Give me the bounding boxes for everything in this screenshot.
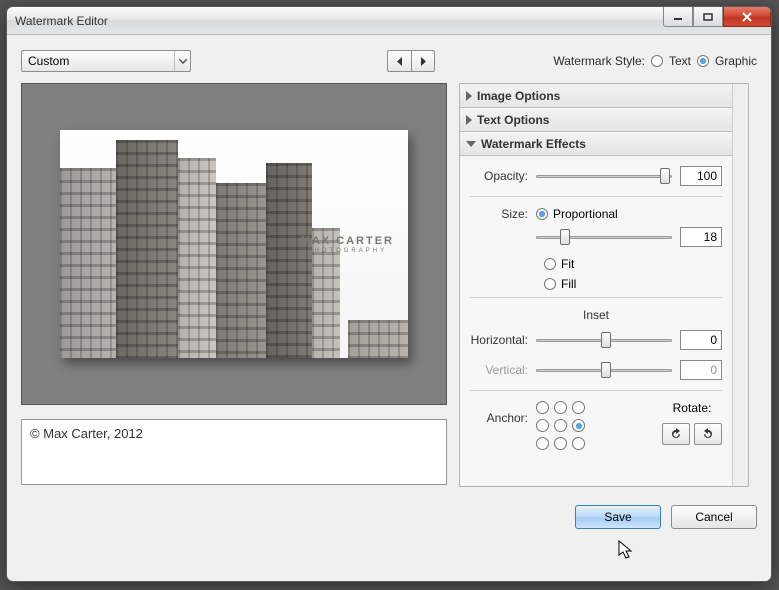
anchor-bl[interactable] [536, 437, 549, 450]
anchor-ml[interactable] [536, 419, 549, 432]
watermark-overlay: MAX CARTER PHOTOGRAPHY [301, 235, 394, 254]
window-title: Watermark Editor [15, 14, 108, 28]
preset-dropdown[interactable]: Custom [21, 50, 191, 72]
effects-panel: Image Options Text Options Watermark Eff… [459, 83, 749, 487]
opacity-slider[interactable] [536, 167, 672, 185]
size-fill-option[interactable]: Fill [544, 277, 722, 291]
inset-heading: Inset [470, 308, 722, 322]
anchor-mr[interactable] [572, 419, 585, 432]
size-fill-radio[interactable] [544, 278, 556, 290]
disclosure-right-icon [466, 91, 472, 101]
rotate-left-button[interactable] [662, 423, 690, 445]
preview-image: MAX CARTER PHOTOGRAPHY [60, 130, 408, 358]
anchor-tr[interactable] [572, 401, 585, 414]
prev-button[interactable] [387, 50, 411, 72]
size-label: Size: [470, 207, 536, 221]
anchor-label: Anchor: [470, 401, 536, 425]
anchor-tl[interactable] [536, 401, 549, 414]
scrollbar[interactable] [732, 84, 748, 486]
rotate-label: Rotate: [662, 401, 722, 415]
section-watermark-effects[interactable]: Watermark Effects [460, 132, 732, 156]
horizontal-label: Horizontal: [470, 333, 536, 347]
disclosure-right-icon [466, 115, 472, 125]
titlebar[interactable]: Watermark Editor [7, 7, 771, 35]
size-fit-option[interactable]: Fit [544, 257, 722, 271]
minimize-button[interactable] [663, 7, 693, 27]
vertical-value: 0 [680, 360, 722, 380]
disclosure-down-icon [466, 141, 476, 147]
size-slider[interactable] [536, 228, 672, 246]
size-proportional-label: Proportional [553, 207, 618, 221]
anchor-br[interactable] [572, 437, 585, 450]
next-button[interactable] [411, 50, 435, 72]
cancel-button[interactable]: Cancel [671, 505, 757, 529]
chevron-down-icon [174, 51, 190, 71]
rotate-right-button[interactable] [694, 423, 722, 445]
close-button[interactable] [723, 7, 771, 27]
style-text-radio[interactable] [651, 55, 663, 67]
opacity-value[interactable]: 100 [680, 166, 722, 186]
style-graphic-label: Graphic [715, 54, 757, 68]
preview-area: MAX CARTER PHOTOGRAPHY [21, 83, 447, 405]
size-proportional-radio[interactable] [536, 208, 548, 220]
style-text-label: Text [669, 54, 691, 68]
opacity-label: Opacity: [470, 169, 536, 183]
dialog-window: Watermark Editor Custom [6, 6, 772, 582]
caption-text: © Max Carter, 2012 [30, 426, 143, 441]
preset-value: Custom [28, 54, 69, 68]
horizontal-value[interactable]: 0 [680, 330, 722, 350]
horizontal-slider[interactable] [536, 331, 672, 349]
section-text-options[interactable]: Text Options [460, 108, 732, 132]
anchor-grid [536, 401, 588, 453]
style-graphic-radio[interactable] [697, 55, 709, 67]
watermark-line2: PHOTOGRAPHY [301, 248, 394, 254]
size-value[interactable]: 18 [680, 227, 722, 247]
vertical-label: Vertical: [470, 363, 536, 377]
caption-input[interactable]: © Max Carter, 2012 [21, 419, 447, 485]
save-button[interactable]: Save [575, 505, 661, 529]
size-fit-radio[interactable] [544, 258, 556, 270]
anchor-bc[interactable] [554, 437, 567, 450]
anchor-tc[interactable] [554, 401, 567, 414]
watermark-line1: MAX CARTER [301, 235, 394, 247]
anchor-mc[interactable] [554, 419, 567, 432]
maximize-button[interactable] [693, 7, 723, 27]
vertical-slider [536, 361, 672, 379]
style-label: Watermark Style: [553, 54, 645, 68]
section-image-options[interactable]: Image Options [460, 84, 732, 108]
